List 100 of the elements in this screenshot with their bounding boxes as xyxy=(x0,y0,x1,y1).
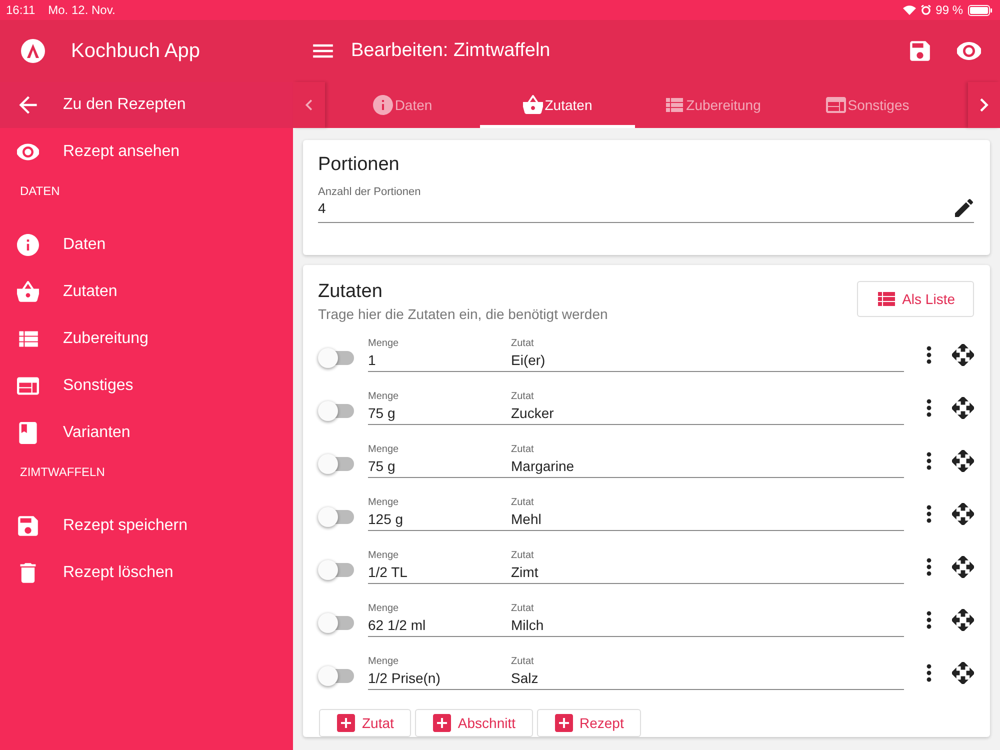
ingredient-field[interactable]: Menge 1/2 TL Zutat Zimt xyxy=(368,550,904,584)
nav-item[interactable]: Sonstiges xyxy=(0,362,293,409)
nav-item[interactable]: Rezept speichern xyxy=(0,502,293,549)
field-label: Zutat xyxy=(511,550,535,560)
add-button[interactable]: Abschnitt xyxy=(414,709,532,737)
tab[interactable]: Daten xyxy=(325,82,480,128)
ingredient-field[interactable]: Menge 1/2 Prise(n) Zutat Salz xyxy=(368,656,904,690)
card-subtitle: Trage hier die Zutaten ein, die benötigt werden xyxy=(318,306,608,322)
eye-icon xyxy=(957,39,981,63)
field-label: Zutat xyxy=(511,656,535,666)
basket-icon xyxy=(17,280,39,302)
save-icon xyxy=(909,40,931,62)
book-icon xyxy=(17,422,39,444)
section-heading: DATEN xyxy=(19,183,61,200)
toggle-switch[interactable] xyxy=(320,562,354,576)
field-label: Zutat xyxy=(511,338,535,348)
portions-field[interactable]: Anzahl der Portionen 4 xyxy=(318,186,974,223)
toggle-switch[interactable] xyxy=(320,510,354,524)
list-view-button[interactable]: Als Liste xyxy=(857,281,974,317)
field-label: Zutat xyxy=(511,390,535,402)
move-icon[interactable] xyxy=(952,396,974,418)
plus-icon xyxy=(432,713,452,733)
battery-percentage: 99 % xyxy=(936,3,963,17)
amount-value: 75 g xyxy=(368,458,396,474)
field-label: Menge xyxy=(368,338,400,348)
list-icon xyxy=(876,289,896,309)
field-label: Zutat xyxy=(511,602,535,614)
page-title: Bearbeiten: Zimtwaffeln xyxy=(351,40,550,62)
ingredient-value: Margarine xyxy=(511,458,574,474)
field-value: 4 xyxy=(318,200,326,216)
move-icon[interactable] xyxy=(952,502,974,524)
amount-value: 1/2 TL xyxy=(368,564,408,580)
alarm-icon xyxy=(920,5,931,15)
list-icon xyxy=(664,95,684,115)
add-button[interactable]: Zutat xyxy=(319,709,411,737)
wifi-icon xyxy=(902,5,916,15)
toggle-switch[interactable] xyxy=(320,350,354,364)
nav-item[interactable]: Rezept ansehen xyxy=(0,128,293,175)
battery-icon xyxy=(968,4,992,16)
section-heading: ZIMTWAFFELN xyxy=(19,464,106,481)
plus-icon xyxy=(554,713,574,733)
tab[interactable]: Sonstiges xyxy=(790,82,945,128)
back-arrow-icon xyxy=(17,94,39,116)
status-time: 16:11 xyxy=(6,3,36,17)
tab[interactable]: Zutaten xyxy=(480,82,635,128)
move-icon[interactable] xyxy=(952,608,974,630)
basket-icon xyxy=(522,95,543,115)
ingredient-value: Zucker xyxy=(511,404,554,420)
ingredient-field[interactable]: Menge 62 1/2 ml Zutat Milch xyxy=(368,602,904,636)
field-label: Zutat xyxy=(511,444,535,454)
save-icon xyxy=(17,514,39,536)
field-label: Menge xyxy=(368,444,400,454)
field-label: Menge xyxy=(368,656,400,666)
ingredient-value: Mehl xyxy=(511,510,542,526)
toggle-switch[interactable] xyxy=(320,668,354,682)
move-icon[interactable] xyxy=(952,344,974,366)
panel-icon xyxy=(17,374,39,396)
pencil-icon[interactable] xyxy=(954,198,974,218)
ingredient-field[interactable]: Menge 1 Zutat Ei(er) xyxy=(368,338,904,372)
amount-value: 125 g xyxy=(368,510,404,526)
amount-value: 75 g xyxy=(368,404,396,420)
field-label: Zutat xyxy=(511,496,535,508)
amount-value: 1/2 Prise(n) xyxy=(368,670,442,686)
move-icon[interactable] xyxy=(952,556,974,578)
add-button[interactable]: Rezept xyxy=(536,709,641,737)
ingredient-field[interactable]: Menge 75 g Zutat Zucker xyxy=(368,390,904,424)
app-title: Kochbuch App xyxy=(71,40,200,62)
card-title: Portionen xyxy=(318,154,400,176)
toggle-switch[interactable] xyxy=(320,456,354,470)
nav-item[interactable]: Zutaten xyxy=(0,268,293,315)
ingredient-field[interactable]: Menge 125 g Zutat Mehl xyxy=(368,496,904,530)
amount-value: 62 1/2 ml xyxy=(368,616,427,632)
toggle-switch[interactable] xyxy=(320,616,354,630)
amount-value: 1 xyxy=(368,352,377,368)
field-label: Menge xyxy=(368,602,400,614)
field-label: Anzahl der Portionen xyxy=(318,186,422,198)
logo-icon xyxy=(21,39,45,63)
info-icon xyxy=(372,95,393,115)
status-date: Mo. 12. Nov. xyxy=(48,3,116,17)
ingredient-value: Ei(er) xyxy=(511,352,546,368)
nav-item[interactable]: Daten xyxy=(0,221,293,268)
field-label: Menge xyxy=(368,550,400,560)
card-title: Zutaten xyxy=(318,281,384,303)
move-icon[interactable] xyxy=(952,450,974,472)
ingredient-value: Zimt xyxy=(511,564,538,580)
panel-icon xyxy=(826,95,846,115)
ingredient-value: Salz xyxy=(511,670,538,686)
move-icon[interactable] xyxy=(952,662,974,684)
ingredient-value: Milch xyxy=(511,616,544,632)
nav-item[interactable]: Rezept löschen xyxy=(0,549,293,596)
plus-icon xyxy=(336,713,356,733)
field-label: Menge xyxy=(368,390,400,402)
info-icon xyxy=(17,234,39,256)
field-label: Menge xyxy=(368,496,400,508)
nav-item[interactable]: Zubereitung xyxy=(0,315,293,362)
back-link[interactable]: Zu den Rezepten xyxy=(0,82,293,128)
tab[interactable]: Zubereitung xyxy=(635,82,790,128)
nav-item[interactable]: Varianten xyxy=(0,409,293,456)
toggle-switch[interactable] xyxy=(320,404,354,418)
ingredient-field[interactable]: Menge 75 g Zutat Margarine xyxy=(368,444,904,478)
